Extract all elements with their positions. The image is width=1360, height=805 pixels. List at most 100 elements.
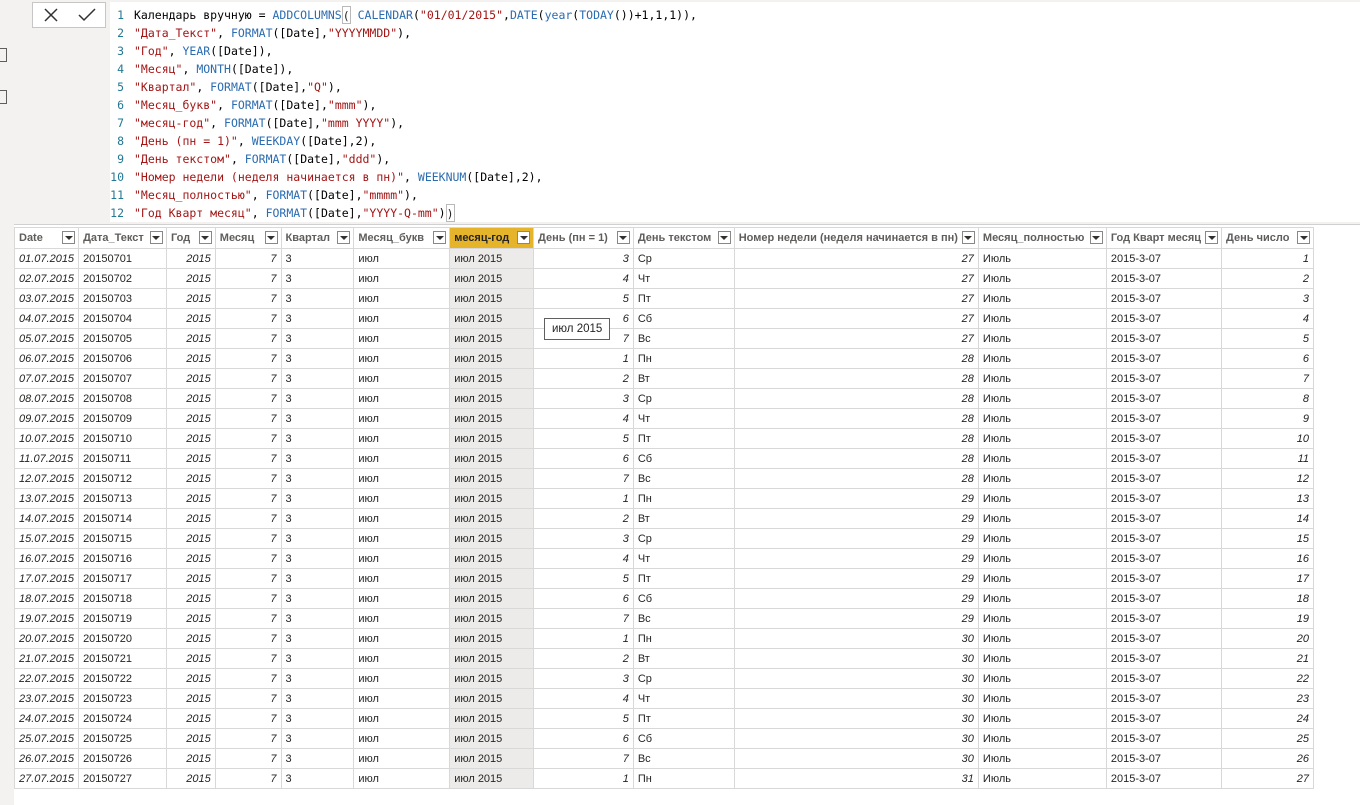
table-cell[interactable]: 6 — [533, 448, 634, 469]
table-cell[interactable]: 7 — [214, 568, 282, 589]
filter-dropdown-icon[interactable] — [717, 231, 731, 244]
table-cell[interactable]: 2015-3-07 — [1105, 628, 1223, 649]
table-cell[interactable]: 3 — [280, 708, 355, 729]
table-cell[interactable]: 08.07.2015 — [14, 388, 80, 409]
table-cell[interactable]: 20150723 — [78, 688, 167, 709]
table-cell[interactable]: июл 2015 — [449, 368, 535, 389]
table-cell[interactable]: 2015 — [165, 608, 216, 629]
table-cell[interactable]: июл 2015 — [449, 768, 535, 789]
table-cell[interactable]: 2015-3-07 — [1105, 368, 1223, 389]
table-cell[interactable]: 18.07.2015 — [14, 588, 80, 609]
table-cell[interactable]: Июль — [977, 568, 1107, 589]
table-cell[interactable]: 3 — [280, 348, 355, 369]
table-cell[interactable]: 3 — [280, 728, 355, 749]
filter-dropdown-icon[interactable] — [1205, 231, 1219, 244]
table-cell[interactable]: 3 — [533, 388, 634, 409]
table-cell[interactable]: 20150705 — [78, 328, 167, 349]
table-cell[interactable]: Вс — [632, 468, 735, 489]
table-cell[interactable]: Пт — [632, 428, 735, 449]
table-cell[interactable]: 6 — [533, 728, 634, 749]
table-cell[interactable]: 2015 — [165, 348, 216, 369]
table-cell[interactable]: 3 — [280, 308, 355, 329]
table-cell[interactable]: 2015 — [165, 408, 216, 429]
table-cell[interactable]: июл — [353, 428, 451, 449]
table-cell[interactable]: 20150706 — [78, 348, 167, 369]
table-cell[interactable]: 10 — [1221, 428, 1314, 449]
table-cell[interactable]: 3 — [280, 488, 355, 509]
table-cell[interactable]: 2015 — [165, 508, 216, 529]
cancel-formula-button[interactable] — [37, 3, 65, 27]
table-cell[interactable]: 7 — [214, 388, 282, 409]
table-cell[interactable]: 2015 — [165, 628, 216, 649]
table-cell[interactable]: 9 — [1221, 408, 1314, 429]
table-cell[interactable]: Июль — [977, 608, 1107, 629]
table-cell[interactable]: июл 2015 — [449, 708, 535, 729]
table-cell[interactable]: 1 — [1221, 248, 1314, 269]
column-header[interactable]: Date — [14, 227, 80, 249]
filter-dropdown-icon[interactable] — [1297, 231, 1310, 244]
table-cell[interactable]: 20150701 — [78, 248, 167, 269]
table-cell[interactable]: июл 2015 — [449, 608, 535, 629]
table-cell[interactable]: 20150717 — [78, 568, 167, 589]
table-cell[interactable]: 7 — [214, 708, 282, 729]
column-header[interactable]: Месяц_полностью — [977, 227, 1107, 249]
table-cell[interactable]: июл 2015 — [449, 348, 535, 369]
table-cell[interactable]: июл 2015 — [449, 568, 535, 589]
table-cell[interactable]: 3 — [533, 248, 634, 269]
table-cell[interactable]: 15 — [1221, 528, 1314, 549]
table-cell[interactable]: Июль — [977, 528, 1107, 549]
table-cell[interactable]: Июль — [977, 768, 1107, 789]
table-cell[interactable]: 20150718 — [78, 588, 167, 609]
table-cell[interactable]: 27 — [733, 308, 979, 329]
table-cell[interactable]: 3 — [280, 668, 355, 689]
table-cell[interactable]: июл — [353, 288, 451, 309]
table-cell[interactable]: 02.07.2015 — [14, 268, 80, 289]
table-cell[interactable]: 25 — [1221, 728, 1314, 749]
table-cell[interactable]: июл 2015 — [449, 388, 535, 409]
table-cell[interactable]: 2015-3-07 — [1105, 268, 1223, 289]
table-cell[interactable]: 05.07.2015 — [14, 328, 80, 349]
table-cell[interactable]: 03.07.2015 — [14, 288, 80, 309]
table-cell[interactable]: 25.07.2015 — [14, 728, 80, 749]
table-cell[interactable]: Вт — [632, 368, 735, 389]
table-cell[interactable]: Июль — [977, 588, 1107, 609]
table-cell[interactable]: 1 — [533, 488, 634, 509]
table-cell[interactable]: июл — [353, 568, 451, 589]
table-cell[interactable]: июл 2015 — [449, 328, 535, 349]
table-cell[interactable]: Июль — [977, 668, 1107, 689]
table-cell[interactable]: 30 — [733, 648, 979, 669]
table-cell[interactable]: июл — [353, 628, 451, 649]
table-cell[interactable]: июл — [353, 608, 451, 629]
formula-editor[interactable]: 1 Календарь вручную = ADDCOLUMNS( CALENDA… — [110, 2, 1360, 222]
table-cell[interactable]: 2015-3-07 — [1105, 548, 1223, 569]
table-cell[interactable]: 20150715 — [78, 528, 167, 549]
table-cell[interactable]: 3 — [280, 508, 355, 529]
table-cell[interactable]: 20150722 — [78, 668, 167, 689]
table-cell[interactable]: Пт — [632, 708, 735, 729]
table-cell[interactable]: 20150713 — [78, 488, 167, 509]
table-cell[interactable]: 2015-3-07 — [1105, 748, 1223, 769]
table-cell[interactable]: 2015-3-07 — [1105, 568, 1223, 589]
table-cell[interactable]: 3 — [280, 288, 355, 309]
table-cell[interactable]: 7 — [214, 608, 282, 629]
table-cell[interactable]: 8 — [1221, 388, 1314, 409]
table-cell[interactable]: 3 — [533, 528, 634, 549]
table-cell[interactable]: 20.07.2015 — [14, 628, 80, 649]
table-cell[interactable]: 5 — [533, 708, 634, 729]
table-cell[interactable]: июл — [353, 548, 451, 569]
table-cell[interactable]: 4 — [533, 548, 634, 569]
table-cell[interactable]: 20150703 — [78, 288, 167, 309]
table-cell[interactable]: 3 — [280, 268, 355, 289]
table-cell[interactable]: 28 — [733, 428, 979, 449]
data-view-icon[interactable] — [0, 48, 7, 62]
table-cell[interactable]: 20150712 — [78, 468, 167, 489]
table-cell[interactable]: Июль — [977, 388, 1107, 409]
table-cell[interactable]: июл 2015 — [449, 448, 535, 469]
table-cell[interactable]: 13.07.2015 — [14, 488, 80, 509]
table-cell[interactable]: 2015-3-07 — [1105, 448, 1223, 469]
table-cell[interactable]: июл 2015 — [449, 428, 535, 449]
table-cell[interactable]: Сб — [632, 308, 735, 329]
table-cell[interactable]: Чт — [632, 408, 735, 429]
table-cell[interactable]: июл 2015 — [449, 248, 535, 269]
table-cell[interactable]: июл 2015 — [449, 628, 535, 649]
